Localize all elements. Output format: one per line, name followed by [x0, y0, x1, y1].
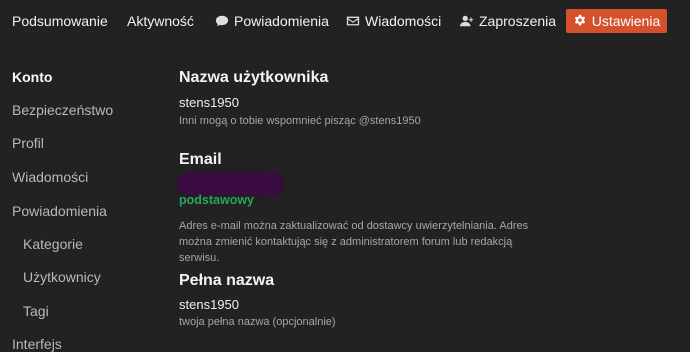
- nav-notifications[interactable]: Powiadomienia: [215, 9, 329, 33]
- fullname-value: stens1950: [179, 297, 239, 312]
- sidebar-item-security[interactable]: Bezpieczeństwo: [12, 102, 113, 118]
- redacted-email: [179, 175, 282, 193]
- sidebar-item-tags[interactable]: Tagi: [23, 303, 49, 319]
- username-heading: Nazwa użytkownika: [179, 69, 329, 86]
- nav-messages-label: Wiadomości: [365, 13, 442, 29]
- username-value: stens1950: [179, 95, 239, 110]
- nav-invites-label: Zaproszenia: [479, 13, 557, 29]
- username-help: Inni mogą o tobie wspomnieć pisząc @sten…: [179, 115, 421, 127]
- fullname-heading: Pełna nazwa: [179, 272, 275, 289]
- sidebar-item-notifications[interactable]: Powiadomienia: [12, 203, 107, 219]
- nav-summary[interactable]: Podsumowanie: [12, 9, 108, 33]
- sidebar-item-profile[interactable]: Profil: [12, 135, 44, 151]
- nav-settings[interactable]: Ustawienia: [566, 9, 667, 33]
- comment-icon: [215, 15, 229, 27]
- user-plus-icon: [460, 15, 474, 27]
- sidebar-item-categories[interactable]: Kategorie: [23, 236, 83, 252]
- sidebar-item-users[interactable]: Użytkownicy: [23, 269, 101, 285]
- sidebar-item-interface[interactable]: Interfejs: [12, 336, 62, 352]
- nav-settings-label: Ustawienia: [591, 13, 661, 29]
- sidebar-item-account[interactable]: Konto: [12, 69, 52, 85]
- sidebar-item-messages[interactable]: Wiadomości: [12, 169, 88, 185]
- gear-icon: [574, 14, 585, 26]
- fullname-help: twoja pełna nazwa (opcjonalnie): [179, 316, 336, 328]
- nav-notifications-label: Powiadomienia: [234, 13, 329, 29]
- email-primary-badge: podstawowy: [179, 193, 255, 207]
- envelope-icon: [346, 16, 360, 26]
- nav-summary-label: Podsumowanie: [12, 13, 108, 29]
- nav-invites[interactable]: Zaproszenia: [460, 9, 556, 33]
- nav-messages[interactable]: Wiadomości: [346, 9, 441, 33]
- nav-activity[interactable]: Aktywność: [127, 9, 194, 33]
- email-help: Adres e-mail można zaktualizować od dost…: [179, 220, 529, 264]
- user-nav: Podsumowanie Aktywność Powiadomienia Wia…: [0, 0, 690, 44]
- nav-activity-label: Aktywność: [127, 13, 194, 29]
- email-heading: Email: [179, 151, 222, 168]
